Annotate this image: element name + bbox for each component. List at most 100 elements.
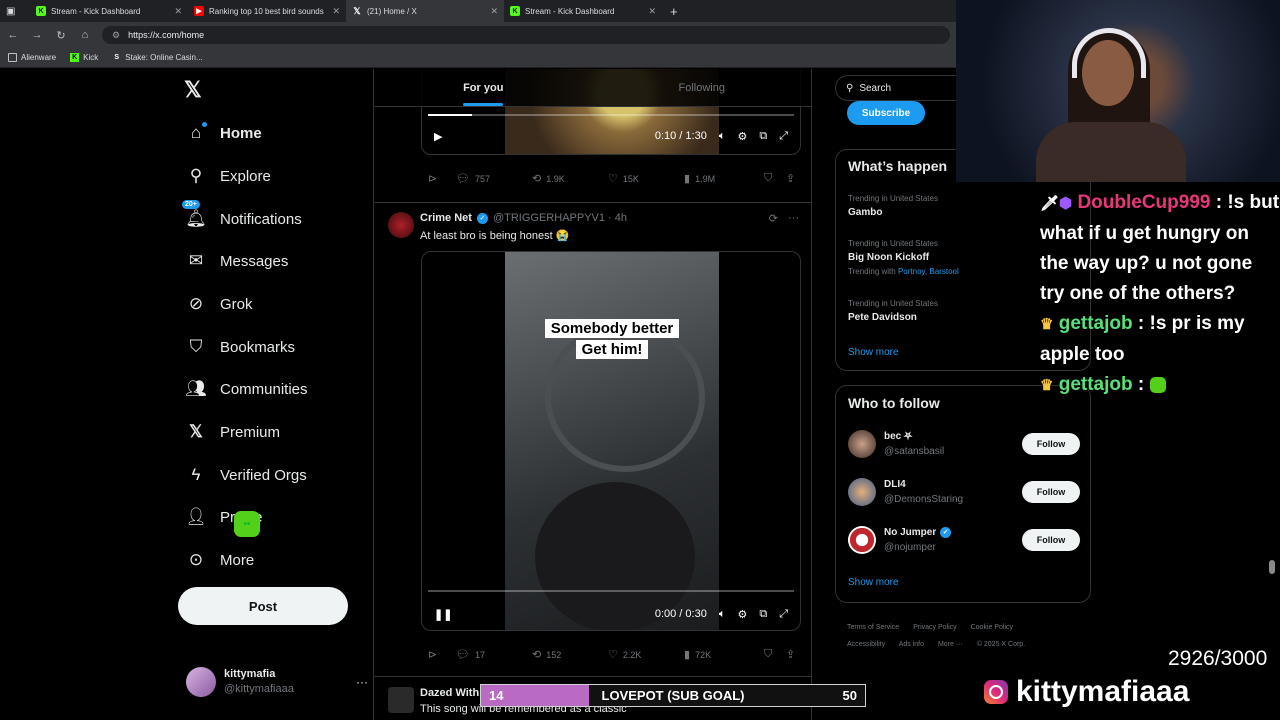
- tweet-divider: [374, 202, 811, 203]
- trend-related-link[interactable]: Portnoy, Barstool: [898, 267, 959, 276]
- share-button[interactable]: ⇪: [786, 648, 795, 661]
- follow-suggestion[interactable]: No Jumper ✓ @nojumper Follow: [848, 525, 1080, 555]
- browser-tab[interactable]: K Stream - Kick Dashboard ✕: [504, 0, 662, 22]
- tab-following[interactable]: Following: [593, 69, 812, 106]
- goal-target: 50: [842, 688, 857, 703]
- fullscreen-icon[interactable]: ⤢: [779, 130, 788, 143]
- nav-communities[interactable]: 👥︎ Communities: [185, 379, 307, 399]
- subscribe-button[interactable]: Subscribe: [847, 101, 925, 125]
- bookmark-kick[interactable]: K Kick: [70, 53, 98, 62]
- tab-menu[interactable]: ▣: [0, 0, 30, 22]
- video-progress[interactable]: [428, 590, 794, 592]
- browser-tab-active[interactable]: 𝕏 (21) Home / X ✕: [346, 0, 504, 22]
- tweet-actions: ⊳ 💬︎ 757 ⟲ 1.9K ♡ 15K ▮ 1.9M ⛉ ⇪: [428, 172, 802, 185]
- fullscreen-icon[interactable]: ⤢: [779, 608, 788, 621]
- nav-bookmarks[interactable]: ⛉ Bookmarks: [186, 337, 295, 357]
- reply-button[interactable]: 💬︎ 757: [456, 172, 532, 185]
- footer-link[interactable]: Terms of Service: [847, 624, 899, 631]
- close-tab-icon[interactable]: ✕: [490, 6, 498, 17]
- x-logo-icon[interactable]: 𝕏: [184, 77, 202, 103]
- post-button[interactable]: Post: [178, 587, 348, 625]
- more-dots-icon[interactable]: ···: [788, 212, 799, 225]
- nav-premium[interactable]: 𝕏 Premium: [186, 422, 280, 442]
- play-icon[interactable]: ▶: [434, 130, 442, 143]
- search-icon: ⚲: [846, 82, 854, 94]
- nav-more[interactable]: ⊙ More: [186, 550, 254, 570]
- footer-link[interactable]: Cookie Policy: [971, 624, 1013, 631]
- nav-messages[interactable]: ✉ Messages: [186, 251, 289, 271]
- volume-icon[interactable]: 🔈︎: [719, 608, 726, 621]
- nav-explore[interactable]: ⚲ Explore: [186, 166, 271, 186]
- show-more-link[interactable]: Show more: [848, 577, 899, 588]
- bookmark-alienware[interactable]: Alienware: [8, 53, 56, 62]
- home-icon[interactable]: ⌂: [78, 29, 92, 41]
- views-button[interactable]: ▮ 1.9M: [684, 172, 764, 185]
- gem-badge-icon: ⬢: [1059, 195, 1073, 212]
- more-dots-icon[interactable]: ···: [356, 675, 368, 689]
- follow-button[interactable]: Follow: [1022, 433, 1080, 455]
- footer-link[interactable]: Accessibility: [847, 641, 885, 648]
- share-button[interactable]: ⇪: [786, 172, 795, 185]
- follow-button[interactable]: Follow: [1022, 529, 1080, 551]
- nav-notifications[interactable]: 🔔︎ 20+ Notifications: [182, 200, 302, 229]
- browser-tab[interactable]: ▶ Ranking top 10 best bird sounds ✕: [188, 0, 346, 22]
- tab-for-you[interactable]: For you: [374, 69, 593, 106]
- popout-icon[interactable]: ⧉: [759, 130, 767, 143]
- volume-icon[interactable]: 🔈︎: [719, 130, 726, 143]
- view-toggle-button[interactable]: ⊳: [428, 648, 456, 661]
- video-progress[interactable]: [428, 114, 794, 116]
- settings-icon[interactable]: ⚙: [737, 130, 747, 143]
- video-controls: ❚❚ 0:00 / 0:30 🔈︎ ⚙ ⧉ ⤢: [422, 600, 800, 628]
- heart-icon: ♡: [608, 173, 618, 185]
- close-tab-icon[interactable]: ✕: [332, 6, 340, 17]
- follow-button[interactable]: Follow: [1022, 481, 1080, 503]
- browser-tab[interactable]: K Stream - Kick Dashboard ✕: [30, 0, 188, 22]
- avatar[interactable]: [388, 687, 414, 713]
- avatar: [848, 526, 876, 554]
- footer-link[interactable]: More ···: [938, 641, 963, 648]
- forward-icon[interactable]: →: [30, 29, 44, 41]
- close-tab-icon[interactable]: ✕: [648, 6, 656, 17]
- bookmark-button[interactable]: ⛉: [764, 648, 786, 661]
- close-tab-icon[interactable]: ✕: [174, 6, 182, 17]
- tweet-author-handle[interactable]: @TRIGGERHAPPYV1 · 4h: [493, 212, 627, 224]
- bookmark-stake[interactable]: S Stake: Online Casin...: [112, 53, 202, 62]
- repost-button[interactable]: ⟲ 152: [532, 648, 608, 661]
- tweet-author-name[interactable]: Dazed With: [420, 687, 479, 699]
- account-switcher[interactable]: kittymafia @kittymafiaaa ···: [186, 667, 368, 697]
- views-button[interactable]: ▮ 72K: [684, 648, 764, 661]
- footer-link[interactable]: Ads info: [899, 641, 924, 648]
- new-tab-icon[interactable]: +: [670, 4, 678, 19]
- stake-icon: S: [114, 54, 120, 61]
- settings-icon[interactable]: ⚙: [737, 608, 747, 621]
- site-info-icon[interactable]: ⚙: [112, 30, 120, 41]
- trend-item[interactable]: Trending in United States Pete Davidson: [848, 298, 938, 326]
- repost-button[interactable]: ⟲ 1.9K: [532, 172, 608, 185]
- nav-verified-orgs[interactable]: ϟ Verified Orgs: [186, 465, 307, 485]
- show-more-link[interactable]: Show more: [848, 347, 899, 358]
- bookmark-button[interactable]: ⛉: [764, 172, 786, 185]
- pause-icon[interactable]: ❚❚: [434, 608, 452, 621]
- reload-icon[interactable]: ↻: [54, 29, 68, 42]
- grok-icon[interactable]: ⟳: [769, 212, 778, 225]
- popout-icon[interactable]: ⧉: [759, 608, 767, 621]
- video-player[interactable]: Somebody better Get him! ❚❚ 0:00 / 0:30 …: [421, 251, 801, 631]
- bookmark-icon: ⛉: [764, 648, 773, 660]
- reply-button[interactable]: 💬︎ 17: [456, 648, 532, 661]
- like-button[interactable]: ♡ 15K: [608, 172, 684, 185]
- nav-grok[interactable]: ⊘ Grok: [186, 294, 253, 314]
- chat-message: ♛ gettajob :: [1040, 370, 1280, 401]
- avatar[interactable]: [388, 212, 414, 238]
- trend-item[interactable]: Trending in United States Big Noon Kicko…: [848, 238, 959, 277]
- tweet-author-name[interactable]: Crime Net: [420, 212, 472, 224]
- like-button[interactable]: ♡ 2.2K: [608, 648, 684, 661]
- follow-suggestion[interactable]: DLI4 @DemonsStaring Follow: [848, 477, 1080, 507]
- back-icon[interactable]: ←: [6, 29, 20, 41]
- nav-home[interactable]: ⌂ Home: [186, 122, 262, 143]
- url-input[interactable]: ⚙ https://x.com/home: [102, 26, 950, 44]
- scrollbar[interactable]: [1269, 560, 1275, 574]
- trend-item[interactable]: Trending in United States Gambo: [848, 193, 938, 221]
- view-toggle-button[interactable]: ⊳: [428, 172, 456, 185]
- follow-suggestion[interactable]: bec ⛧ @satansbasil Follow: [848, 429, 1080, 459]
- footer-link[interactable]: Privacy Policy: [913, 624, 957, 631]
